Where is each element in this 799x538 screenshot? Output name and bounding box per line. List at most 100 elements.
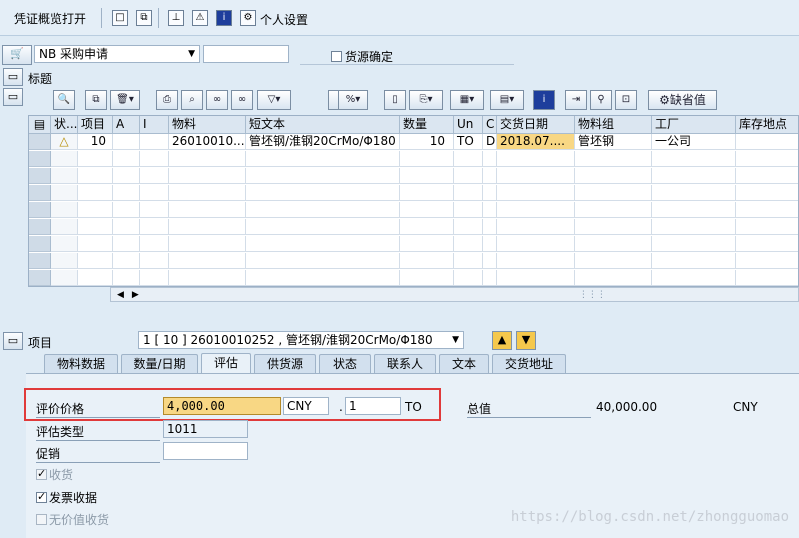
- empty-cell[interactable]: [140, 185, 169, 201]
- empty-cell[interactable]: [140, 168, 169, 184]
- empty-cell[interactable]: [51, 168, 78, 184]
- empty-cell[interactable]: [497, 253, 575, 269]
- empty-cell[interactable]: [78, 168, 113, 184]
- empty-cell[interactable]: [575, 151, 652, 167]
- cell-a[interactable]: [113, 134, 140, 150]
- empty-cell[interactable]: [400, 270, 454, 286]
- empty-cell[interactable]: [169, 202, 246, 218]
- empty-cell[interactable]: [454, 202, 483, 218]
- tab-material-data[interactable]: 物料数据: [44, 354, 118, 373]
- empty-cell[interactable]: [652, 236, 736, 252]
- empty-cell[interactable]: [140, 236, 169, 252]
- empty-cell[interactable]: [652, 219, 736, 235]
- row-selector[interactable]: [29, 134, 51, 150]
- cell-storage-location[interactable]: [736, 134, 798, 150]
- horizontal-scrollbar[interactable]: ◀ ▶ ⋮⋮⋮: [110, 287, 799, 302]
- invoice-receipt-checkbox[interactable]: [36, 490, 47, 503]
- empty-cell[interactable]: [454, 270, 483, 286]
- cell-material[interactable]: 26010010...: [169, 134, 246, 150]
- empty-cell[interactable]: [51, 219, 78, 235]
- new-document-icon[interactable]: □: [112, 10, 128, 26]
- empty-cell[interactable]: [78, 270, 113, 286]
- export-icon[interactable]: ⎘▾: [409, 90, 443, 110]
- tab-valuation[interactable]: 评估: [201, 353, 251, 374]
- promotion-input[interactable]: [163, 442, 248, 460]
- column-header-material-group[interactable]: 物料组: [575, 116, 652, 134]
- cell-item[interactable]: 10: [78, 134, 113, 150]
- cell-delivery-date[interactable]: 2018.07....: [497, 134, 575, 150]
- scroll-right-icon[interactable]: ▶: [132, 290, 139, 300]
- empty-cell[interactable]: [575, 202, 652, 218]
- column-header-short-text[interactable]: 短文本: [246, 116, 400, 134]
- default-values-button[interactable]: ⚙缺省值: [648, 90, 717, 110]
- tab-quantity-date[interactable]: 数量/日期: [121, 354, 198, 373]
- messages-icon[interactable]: ⚠: [192, 10, 208, 26]
- empty-cell[interactable]: [454, 219, 483, 235]
- empty-cell[interactable]: [113, 185, 140, 201]
- empty-cell[interactable]: [497, 202, 575, 218]
- personal-settings-icon[interactable]: ⚙: [240, 10, 256, 26]
- empty-cell[interactable]: [169, 236, 246, 252]
- empty-cell[interactable]: [483, 185, 497, 201]
- tab-contact-person[interactable]: 联系人: [374, 354, 436, 373]
- find-next-icon[interactable]: ∞: [231, 90, 253, 110]
- empty-cell[interactable]: [51, 185, 78, 201]
- empty-cell[interactable]: [652, 185, 736, 201]
- valuation-price-input[interactable]: 4,000.00: [163, 397, 281, 415]
- layout-icon[interactable]: ▦▾: [450, 90, 484, 110]
- empty-cell[interactable]: [113, 253, 140, 269]
- empty-cell[interactable]: [78, 236, 113, 252]
- empty-cell[interactable]: [113, 168, 140, 184]
- cell-plant[interactable]: 一公司: [652, 134, 736, 150]
- empty-cell[interactable]: [51, 270, 78, 286]
- details-icon[interactable]: 🔍: [53, 90, 75, 110]
- column-header-delivery-date[interactable]: 交货日期: [497, 116, 575, 134]
- column-header-a[interactable]: A: [113, 116, 140, 134]
- empty-cell[interactable]: [483, 151, 497, 167]
- empty-cell[interactable]: [140, 151, 169, 167]
- item-select[interactable]: 1 [ 10 ] 26010010252 , 管坯钢/淮钢20CrMo/Φ180…: [138, 331, 464, 349]
- cell-i[interactable]: [140, 134, 169, 150]
- tab-delivery-address[interactable]: 交货地址: [492, 354, 566, 373]
- row-selector[interactable]: [29, 168, 51, 184]
- empty-cell[interactable]: [483, 236, 497, 252]
- empty-cell[interactable]: [140, 202, 169, 218]
- find-icon[interactable]: ⌕: [181, 90, 203, 110]
- empty-cell[interactable]: [246, 236, 400, 252]
- empty-cell[interactable]: [736, 253, 798, 269]
- column-header-status[interactable]: 状...: [51, 116, 78, 134]
- column-header-c[interactable]: C: [483, 116, 497, 134]
- document-number-input[interactable]: [203, 45, 289, 63]
- binoculars-icon[interactable]: ∞: [206, 90, 228, 110]
- empty-cell[interactable]: [78, 151, 113, 167]
- print-preview-icon[interactable]: ▯: [384, 90, 406, 110]
- layout-select-icon[interactable]: ▤▾: [490, 90, 524, 110]
- cell-unit[interactable]: TO: [454, 134, 483, 150]
- empty-cell[interactable]: [652, 168, 736, 184]
- empty-cell[interactable]: [113, 270, 140, 286]
- empty-cell[interactable]: [246, 151, 400, 167]
- empty-cell[interactable]: [169, 253, 246, 269]
- column-header-i[interactable]: I: [140, 116, 169, 134]
- empty-cell[interactable]: [113, 151, 140, 167]
- row-selector[interactable]: [29, 270, 51, 286]
- empty-cell[interactable]: [246, 202, 400, 218]
- row-selector[interactable]: [29, 185, 51, 201]
- empty-cell[interactable]: [169, 270, 246, 286]
- empty-cell[interactable]: [736, 270, 798, 286]
- empty-cell[interactable]: [51, 151, 78, 167]
- expand-header-icon[interactable]: ▭: [3, 68, 23, 86]
- empty-cell[interactable]: [575, 219, 652, 235]
- cell-quantity[interactable]: 10: [400, 134, 454, 150]
- empty-cell[interactable]: [400, 168, 454, 184]
- cart-icon[interactable]: 🛒: [2, 45, 32, 65]
- empty-cell[interactable]: [78, 219, 113, 235]
- assign-icon[interactable]: ⚲: [590, 90, 612, 110]
- tab-status[interactable]: 状态: [319, 354, 371, 373]
- subtotal-icon[interactable]: %▾: [338, 90, 368, 110]
- collapse-items-icon[interactable]: ▭: [3, 88, 23, 106]
- empty-cell[interactable]: [246, 270, 400, 286]
- empty-cell[interactable]: [652, 253, 736, 269]
- empty-cell[interactable]: [400, 236, 454, 252]
- empty-cell[interactable]: [497, 236, 575, 252]
